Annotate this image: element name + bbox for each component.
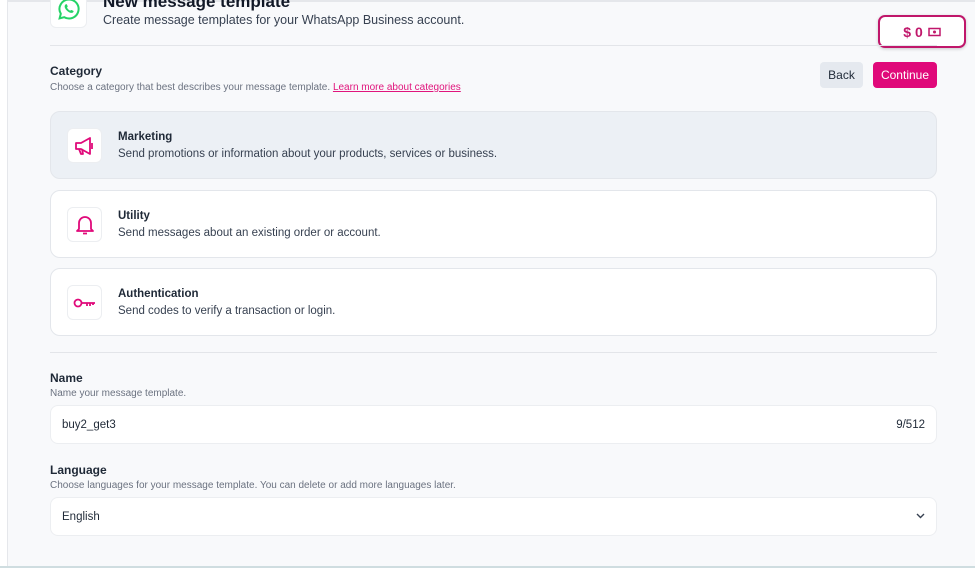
page-title: New message template xyxy=(103,0,291,11)
card-title: Authentication xyxy=(118,288,199,300)
card-description: Send codes to verify a transaction or lo… xyxy=(118,305,336,317)
balance-amount: $ 0 xyxy=(903,23,923,40)
category-description: Choose a category that best describes yo… xyxy=(50,82,461,93)
category-card-utility[interactable]: Utility Send messages about an existing … xyxy=(50,190,937,258)
balance-button[interactable]: $ 0 xyxy=(878,15,966,48)
cash-icon xyxy=(927,27,941,36)
language-select[interactable]: English xyxy=(50,497,937,536)
divider xyxy=(50,352,937,353)
divider xyxy=(50,45,937,46)
name-input-value: buy2_get3 xyxy=(62,419,116,431)
card-description: Send promotions or information about you… xyxy=(118,148,498,160)
megaphone-icon xyxy=(67,128,102,163)
category-card-marketing[interactable]: Marketing Send promotions or information… xyxy=(50,111,937,179)
name-heading: Name xyxy=(50,371,83,385)
card-title: Marketing xyxy=(118,131,173,143)
category-card-authentication[interactable]: Authentication Send codes to verify a tr… xyxy=(50,268,937,336)
key-icon xyxy=(67,285,102,320)
chevron-down-icon xyxy=(916,513,925,519)
back-button[interactable]: Back xyxy=(820,62,863,88)
sidebar-edge xyxy=(0,0,8,568)
card-description: Send messages about an existing order or… xyxy=(118,227,381,239)
category-heading: Category xyxy=(50,64,103,78)
whatsapp-icon xyxy=(57,0,80,20)
category-description-text: Choose a category that best describes yo… xyxy=(50,82,331,93)
name-description: Name your message template. xyxy=(50,388,187,399)
continue-button[interactable]: Continue xyxy=(873,62,937,88)
bell-icon xyxy=(67,207,102,242)
language-select-value: English xyxy=(62,511,100,523)
page-subtitle: Create message templates for your WhatsA… xyxy=(103,13,465,27)
name-input[interactable]: buy2_get3 9/512 xyxy=(50,405,937,444)
language-description: Choose languages for your message templa… xyxy=(50,480,456,491)
character-counter: 9/512 xyxy=(896,419,925,431)
card-title: Utility xyxy=(118,210,150,222)
language-heading: Language xyxy=(50,463,107,477)
learn-more-link[interactable]: Learn more about categories xyxy=(333,82,461,93)
whatsapp-logo xyxy=(50,0,87,28)
